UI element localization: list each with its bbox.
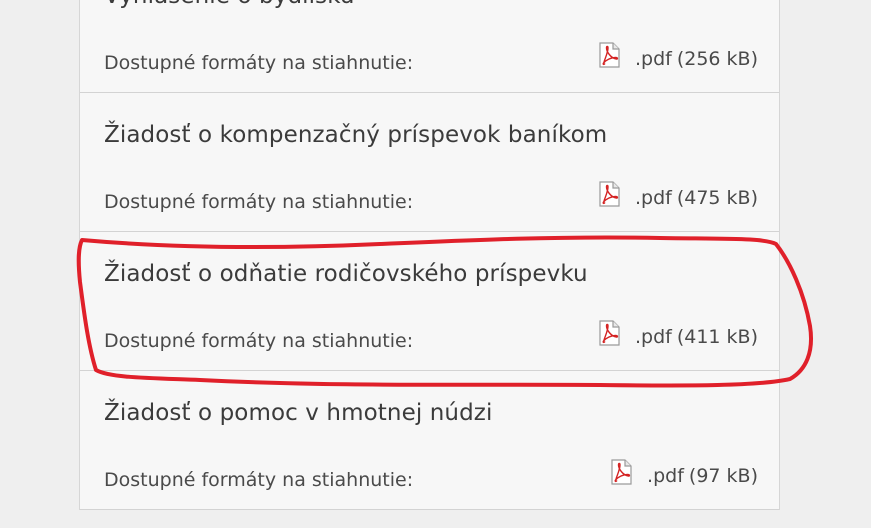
formats-label: Dostupné formáty na stiahnutie: [104, 330, 414, 352]
formats-label: Dostupné formáty na stiahnutie: [104, 52, 414, 74]
file-size: (475 kB) [676, 187, 758, 209]
document-title: Vyhlásenie o bydlisku [104, 0, 355, 9]
document-title: Žiadosť o kompenzačný príspevok baníkom [104, 122, 608, 148]
pdf-download-link[interactable]: .pdf (97 kB) [608, 459, 758, 489]
format-label: .pdf [647, 465, 684, 487]
list-item: Žiadosť o odňatie rodičovského príspevku… [80, 232, 779, 371]
list-item: Žiadosť o kompenzačný príspevok baníkom … [80, 93, 779, 232]
format-label: .pdf [634, 48, 672, 70]
formats-label: Dostupné formáty na stiahnutie: [104, 469, 414, 491]
pdf-download-link[interactable]: .pdf (411 kB) [596, 320, 758, 350]
file-size: (97 kB) [688, 465, 758, 487]
downloads-list: Vyhlásenie o bydlisku Dostupné formáty n… [79, 0, 780, 510]
list-item: Žiadosť o pomoc v hmotnej núdzi Dostupné… [80, 371, 779, 510]
document-title: Žiadosť o odňatie rodičovského príspevku [104, 261, 588, 287]
pdf-file-icon [596, 42, 622, 68]
formats-label: Dostupné formáty na stiahnutie: [104, 191, 414, 213]
pdf-file-icon [608, 459, 634, 485]
list-item: Vyhlásenie o bydlisku Dostupné formáty n… [80, 0, 779, 93]
file-size: (256 kB) [676, 48, 758, 70]
document-title: Žiadosť o pomoc v hmotnej núdzi [104, 400, 493, 426]
file-size: (411 kB) [676, 326, 758, 348]
format-label: .pdf [634, 326, 672, 348]
pdf-download-link[interactable]: .pdf (256 kB) [596, 42, 758, 72]
pdf-file-icon [596, 320, 622, 346]
pdf-download-link[interactable]: .pdf (475 kB) [596, 181, 758, 211]
format-label: .pdf [634, 187, 672, 209]
pdf-file-icon [596, 181, 622, 207]
page: Vyhlásenie o bydlisku Dostupné formáty n… [0, 0, 871, 528]
